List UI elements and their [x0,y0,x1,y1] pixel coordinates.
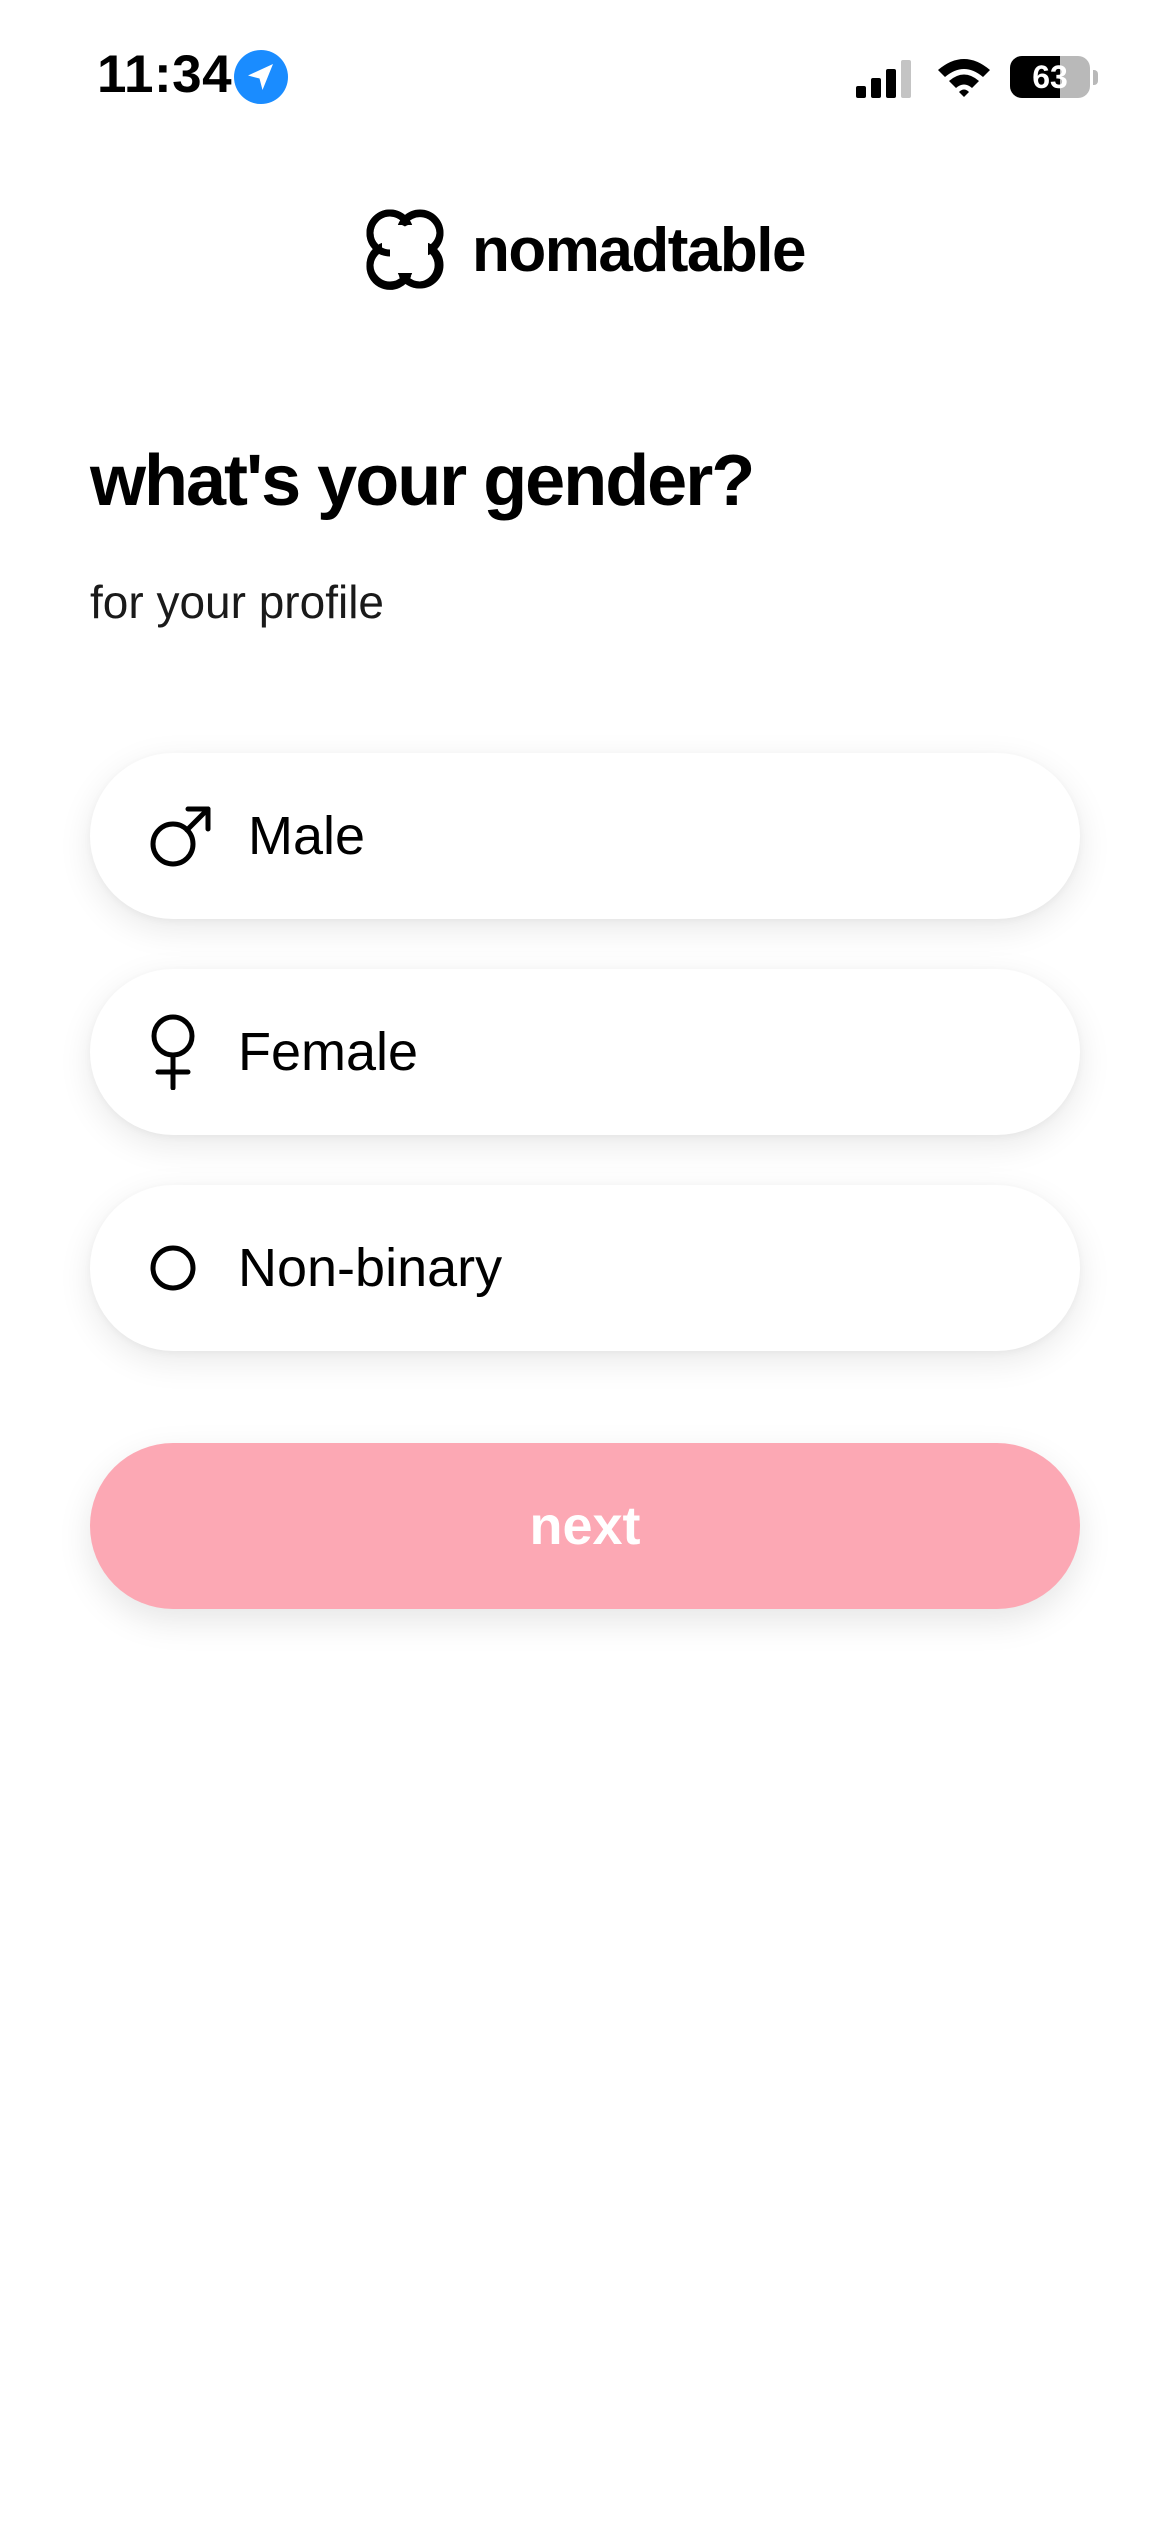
option-nonbinary-label: Non-binary [238,1238,503,1298]
option-female[interactable]: Female [90,969,1080,1135]
male-symbol-icon [148,753,214,919]
option-nonbinary[interactable]: Non-binary [90,1185,1080,1351]
battery-tip [1093,70,1098,85]
page-title: what's your gender? [90,441,755,521]
page-subtitle: for your profile [90,576,385,628]
option-female-label: Female [238,1022,419,1082]
battery-percent: 63 [1032,59,1068,95]
next-button[interactable]: next [90,1443,1080,1609]
status-bar: 11:34 63 [0,0,1170,150]
cellular-signal-icon [856,60,911,98]
four-circle-logo-icon [366,209,444,290]
circle-icon [148,1185,198,1351]
battery-icon: 63 [1010,56,1090,98]
location-arrow-icon [234,50,288,104]
brand-header: nomadtable [360,202,806,298]
option-male-label: Male [248,806,366,866]
wifi-icon [938,59,990,97]
female-symbol-icon [146,969,200,1135]
option-male[interactable]: Male [90,753,1080,919]
brand-name: nomadtable [472,215,806,285]
status-time: 11:34 [97,45,233,104]
